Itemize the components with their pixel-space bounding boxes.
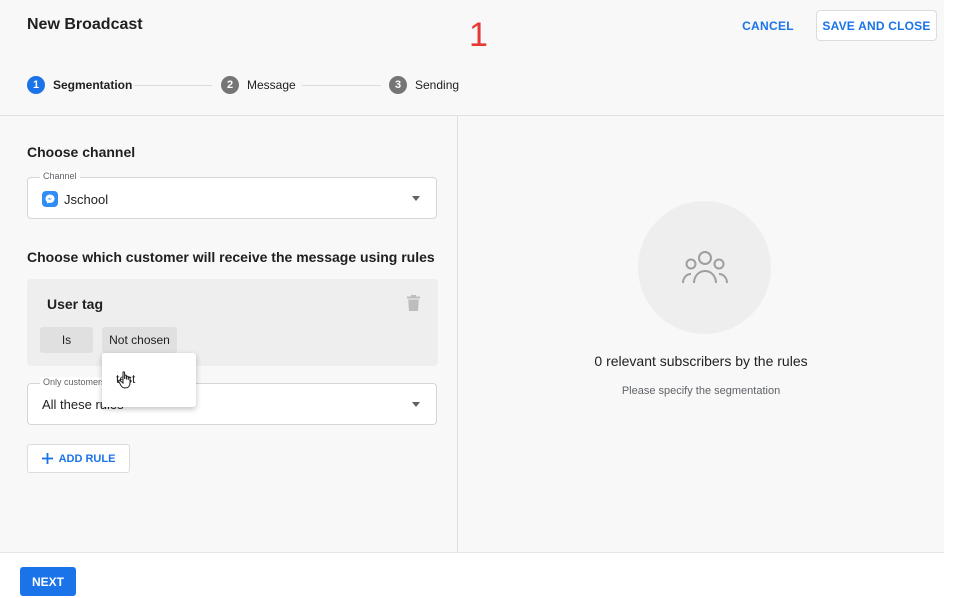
add-rule-button[interactable]: ADD RULE — [27, 444, 130, 473]
next-button[interactable]: NEXT — [20, 567, 76, 596]
subscribers-illustration — [638, 201, 771, 334]
messenger-icon — [42, 191, 58, 207]
summary-title: 0 relevant subscribers by the rules — [594, 353, 808, 369]
channel-value: Jschool — [42, 191, 108, 207]
step-label: Segmentation — [53, 78, 133, 92]
channel-select[interactable]: Channel Jschool — [27, 171, 437, 219]
step-number: 1 — [27, 76, 45, 94]
chevron-down-icon — [412, 196, 420, 201]
step-number: 3 — [389, 76, 407, 94]
broadcast-editor: New Broadcast 1 CANCEL SAVE AND CLOSE 1 … — [0, 0, 944, 598]
rule-card: User tag Is Not chosen — [27, 279, 438, 366]
step-message[interactable]: 2 Message — [221, 75, 296, 95]
page-title: New Broadcast — [27, 16, 143, 33]
match-select[interactable]: Only customers All these rules — [27, 377, 437, 425]
plus-icon — [41, 453, 53, 464]
step-label: Sending — [415, 78, 460, 92]
footer-bar — [0, 552, 944, 598]
step-label: Message — [247, 78, 296, 92]
step-sending[interactable]: 3 Sending — [389, 75, 459, 95]
rule-value-chip[interactable]: Not chosen — [102, 327, 177, 353]
rules-section-title: Choose which customer will receive the m… — [27, 249, 435, 265]
trash-icon[interactable] — [407, 295, 420, 316]
window-edge — [944, 0, 956, 598]
rule-title: User tag — [47, 296, 104, 312]
rule-operator: Is — [61, 333, 72, 347]
match-field-label: Only customers — [40, 377, 109, 387]
rule-operator-chip[interactable]: Is — [40, 327, 93, 353]
step-connector — [302, 85, 381, 86]
cancel-button[interactable]: CANCEL — [736, 12, 800, 40]
header-divider — [0, 115, 944, 116]
channel-field-label: Channel — [40, 171, 80, 181]
summary-subtitle: Please specify the segmentation — [621, 385, 781, 397]
save-and-close-button[interactable]: SAVE AND CLOSE — [816, 10, 937, 41]
chevron-down-icon — [412, 402, 420, 407]
annotation-number: 1 — [469, 16, 488, 54]
step-number: 2 — [221, 76, 239, 94]
panel-divider — [457, 116, 458, 552]
channel-name: Jschool — [64, 191, 109, 207]
add-rule-label: ADD RULE — [58, 452, 116, 465]
people-group-icon — [681, 250, 728, 283]
rule-value: Not chosen — [109, 333, 170, 347]
step-connector — [134, 85, 212, 86]
hand-cursor-icon — [117, 370, 135, 395]
channel-section-title: Choose channel — [27, 144, 136, 160]
step-segmentation[interactable]: 1 Segmentation — [27, 75, 132, 95]
